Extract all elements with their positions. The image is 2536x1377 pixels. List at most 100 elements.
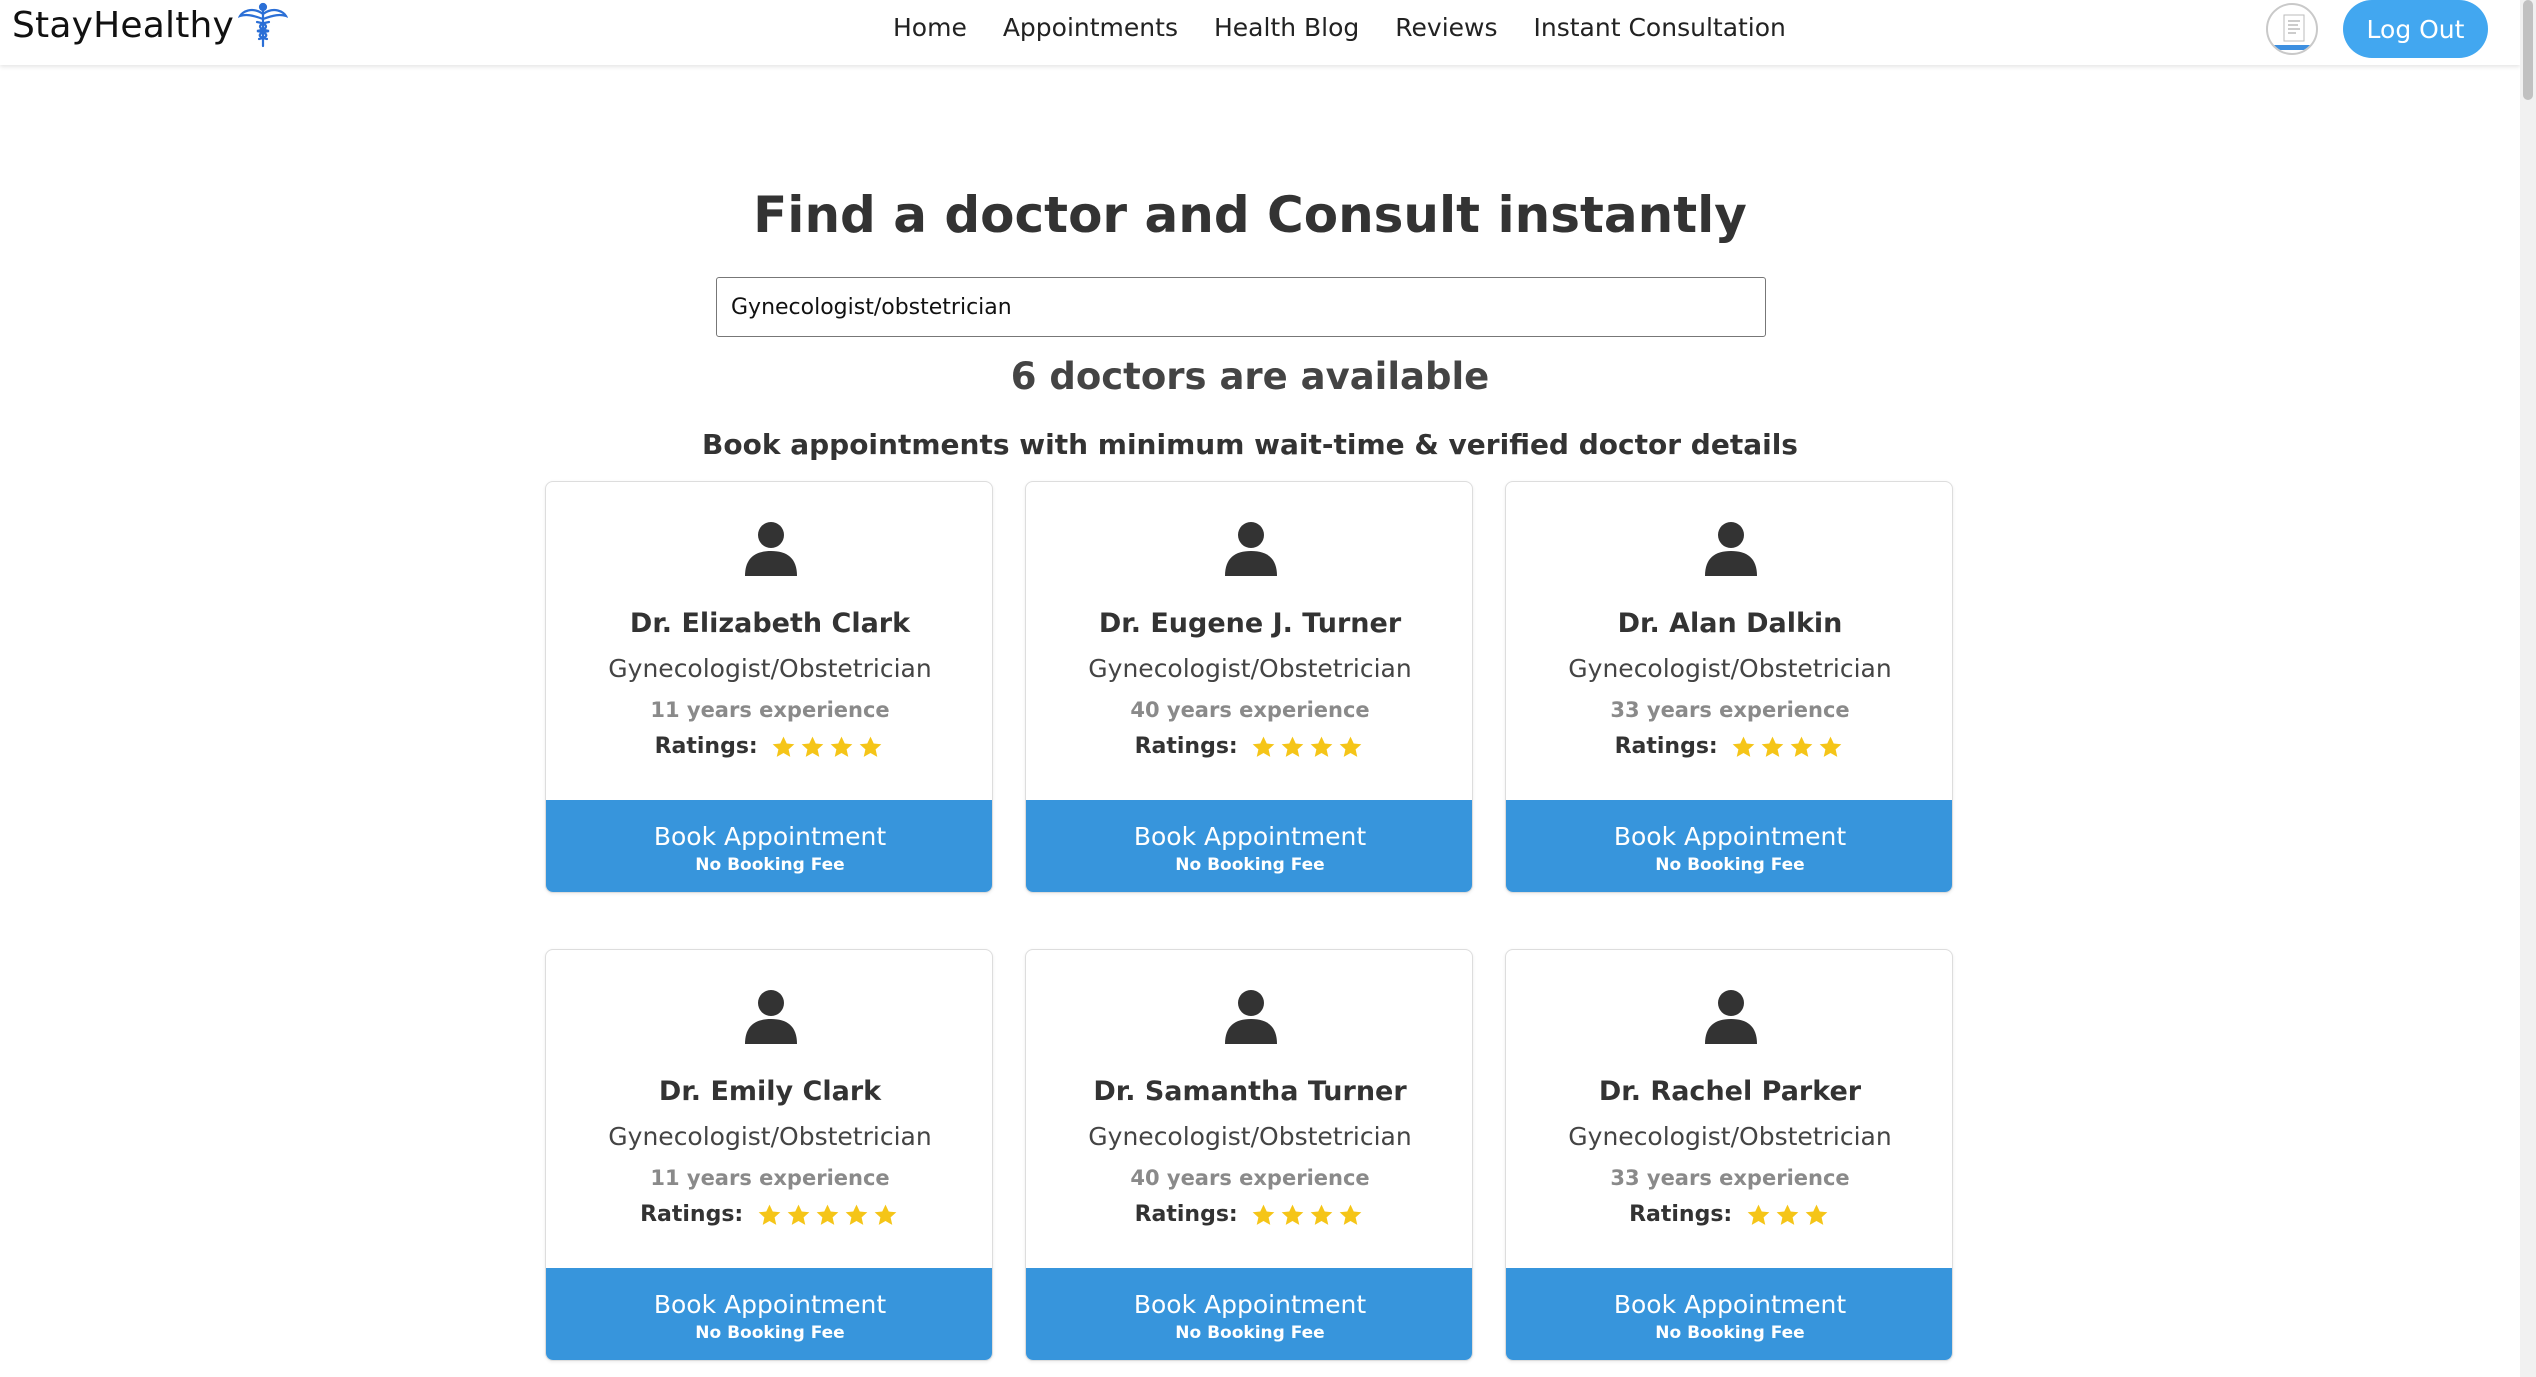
star-icon <box>1253 1204 1275 1225</box>
page-title: Find a doctor and Consult instantly <box>753 186 1747 244</box>
rating-stars <box>1729 734 1845 760</box>
doctor-experience: 40 years experience <box>1130 698 1370 722</box>
star-icon <box>1282 1204 1304 1225</box>
nav-link-appointments[interactable]: Appointments <box>1003 13 1178 42</box>
book-appointment-label: Book Appointment <box>1133 1289 1367 1319</box>
doctor-experience: 33 years experience <box>1610 1166 1850 1190</box>
booking-fee-label: No Booking Fee <box>1175 854 1325 875</box>
booking-fee-label: No Booking Fee <box>1175 1322 1325 1343</box>
nav-link-reviews[interactable]: Reviews <box>1395 13 1497 42</box>
star-icon <box>874 1204 897 1225</box>
star-icon <box>831 736 853 757</box>
page-subtitle: Book appointments with minimum wait-time… <box>702 428 1798 461</box>
rating-stars <box>769 734 885 760</box>
scrollbar-thumb[interactable] <box>2523 0 2533 100</box>
doctor-rating: Ratings: <box>546 1202 992 1228</box>
booking-fee-label: No Booking Fee <box>1655 854 1805 875</box>
ratings-label: Ratings: <box>1629 1202 1733 1227</box>
doctor-experience: 40 years experience <box>1130 1166 1370 1190</box>
ratings-label: Ratings: <box>654 734 758 759</box>
star-icon <box>1820 736 1842 757</box>
doctor-speciality: Gynecologist/Obstetrician <box>1088 1122 1412 1151</box>
caduceus-icon <box>238 2 289 48</box>
star-icon <box>1762 736 1784 757</box>
ratings-label: Ratings: <box>1614 734 1718 759</box>
doctor-card: Dr. Rachel Parker Gynecologist/Obstetric… <box>1505 949 1953 1361</box>
brand-logo[interactable]: StayHealthy <box>12 0 289 50</box>
person-icon <box>1705 522 1757 576</box>
star-icon <box>802 736 824 757</box>
booking-fee-label: No Booking Fee <box>695 1322 845 1343</box>
doctor-card: Dr. Samantha Turner Gynecologist/Obstetr… <box>1025 949 1473 1361</box>
booking-fee-label: No Booking Fee <box>1655 1322 1805 1343</box>
avatar-image <box>2274 14 2314 50</box>
star-icon <box>1311 736 1333 757</box>
book-appointment-button[interactable]: Book Appointment No Booking Fee <box>1026 1268 1472 1360</box>
book-appointment-button[interactable]: Book Appointment No Booking Fee <box>1506 1268 1952 1360</box>
doctor-name: Dr. Rachel Parker <box>1598 1076 1862 1107</box>
rating-stars <box>755 1202 900 1228</box>
brand-name[interactable]: StayHealthy <box>12 5 234 46</box>
doctor-speciality: Gynecologist/Obstetrician <box>1088 654 1412 683</box>
doctor-experience: 33 years experience <box>1610 698 1850 722</box>
nav-link-health-blog[interactable]: Health Blog <box>1214 13 1359 42</box>
doctor-name: Dr. Emily Clark <box>658 1076 882 1107</box>
ratings-label: Ratings: <box>640 1202 744 1227</box>
rating-stars <box>1249 1202 1365 1228</box>
book-appointment-label: Book Appointment <box>1613 1289 1847 1319</box>
doctor-name: Dr. Samantha Turner <box>1093 1076 1407 1107</box>
doctor-rating: Ratings: <box>1026 734 1472 760</box>
scrollbar-track[interactable] <box>2520 0 2536 1377</box>
book-appointment-button[interactable]: Book Appointment No Booking Fee <box>1506 800 1952 892</box>
doctor-speciality: Gynecologist/Obstetrician <box>608 1122 932 1151</box>
star-icon <box>773 736 795 757</box>
doctor-rating: Ratings: <box>1506 734 1952 760</box>
star-icon <box>860 736 882 757</box>
booking-fee-label: No Booking Fee <box>695 854 845 875</box>
book-appointment-label: Book Appointment <box>1133 821 1367 851</box>
ratings-label: Ratings: <box>1134 1202 1238 1227</box>
doctor-name: Dr. Alan Dalkin <box>1617 608 1843 639</box>
person-icon <box>745 990 797 1044</box>
doctor-rating: Ratings: <box>1506 1202 1952 1228</box>
star-icon <box>1733 736 1755 757</box>
star-icon <box>1340 736 1362 757</box>
rating-stars <box>1744 1202 1831 1228</box>
book-appointment-button[interactable]: Book Appointment No Booking Fee <box>546 1268 992 1360</box>
doctor-experience: 11 years experience <box>650 1166 890 1190</box>
ratings-label: Ratings: <box>1134 734 1238 759</box>
doctor-card: Dr. Alan Dalkin Gynecologist/Obstetricia… <box>1505 481 1953 893</box>
doctor-card: Dr. Eugene J. Turner Gynecologist/Obstet… <box>1025 481 1473 893</box>
book-appointment-label: Book Appointment <box>653 1289 887 1319</box>
doctor-name: Dr. Elizabeth Clark <box>629 608 911 639</box>
book-appointment-button[interactable]: Book Appointment No Booking Fee <box>1026 800 1472 892</box>
nav-links: Home Appointments Health Blog Reviews In… <box>893 13 1822 42</box>
star-icon <box>845 1204 868 1225</box>
star-icon <box>758 1204 781 1225</box>
star-icon <box>1747 1204 1770 1225</box>
person-icon <box>1225 522 1277 576</box>
book-appointment-label: Book Appointment <box>653 821 887 851</box>
star-icon <box>1776 1204 1799 1225</box>
star-icon <box>1791 736 1813 757</box>
doctor-speciality: Gynecologist/Obstetrician <box>1568 1122 1892 1151</box>
star-icon <box>787 1204 810 1225</box>
doctor-experience: 11 years experience <box>650 698 890 722</box>
star-icon <box>1311 1204 1333 1225</box>
doctor-name: Dr. Eugene J. Turner <box>1098 608 1402 639</box>
nav-link-home[interactable]: Home <box>893 13 967 42</box>
doctor-card: Dr. Elizabeth Clark Gynecologist/Obstetr… <box>545 481 993 893</box>
doctor-speciality: Gynecologist/Obstetrician <box>1568 654 1892 683</box>
nav-link-instant-consultation[interactable]: Instant Consultation <box>1534 13 1786 42</box>
logout-button[interactable]: Log Out <box>2343 0 2488 58</box>
doctor-rating: Ratings: <box>1026 1202 1472 1228</box>
search-input[interactable] <box>716 277 1766 337</box>
user-avatar-icon[interactable] <box>2266 3 2318 55</box>
doctor-card: Dr. Emily Clark Gynecologist/Obstetricia… <box>545 949 993 1361</box>
person-icon <box>1225 990 1277 1044</box>
doctor-rating: Ratings: <box>546 734 992 760</box>
navbar: StayHealthy Home Appointments Health Blo… <box>0 0 2520 65</box>
doctor-speciality: Gynecologist/Obstetrician <box>608 654 932 683</box>
book-appointment-button[interactable]: Book Appointment No Booking Fee <box>546 800 992 892</box>
star-icon <box>816 1204 839 1225</box>
